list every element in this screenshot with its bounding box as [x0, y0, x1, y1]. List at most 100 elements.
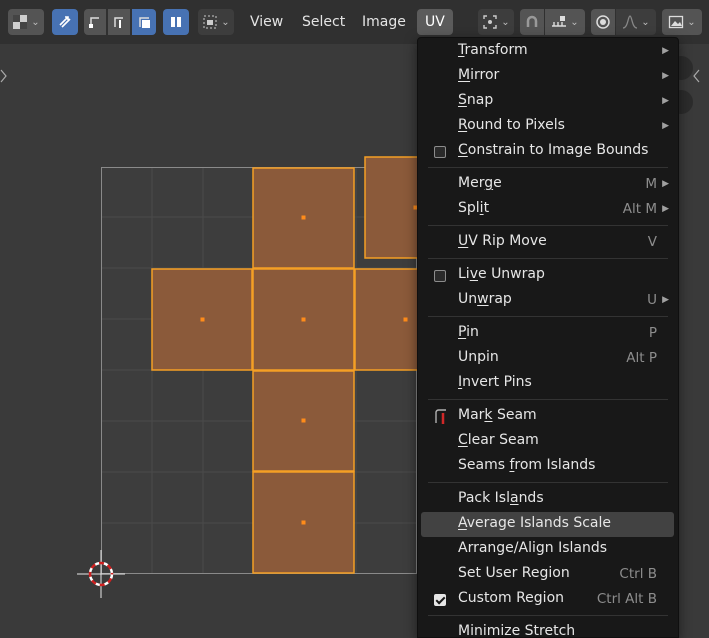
menu-item-mirror[interactable]: Mirror ▶: [421, 64, 674, 89]
shortcut-label: Ctrl Alt B: [596, 591, 657, 607]
menu-item-pack-islands[interactable]: Pack Islands: [421, 487, 674, 512]
uv-menu-dropdown: Transform ▶ Mirror ▶ Snap ▶ Round to Pix…: [417, 37, 679, 638]
image-icon: [669, 15, 684, 29]
menu-item-label: Minimize Stretch: [458, 623, 576, 638]
menu-item-mark-seam[interactable]: Mark Seam: [421, 404, 674, 429]
menu-item-constrain-to-image-bounds[interactable]: Constrain to Image Bounds: [421, 139, 674, 164]
menu-item-label: Merge: [458, 175, 502, 191]
sync-arrows-icon: [59, 16, 71, 28]
snap-toggle-button[interactable]: [520, 9, 544, 35]
image-browse-button[interactable]: ⌄: [662, 9, 702, 35]
menu-item-unwrap[interactable]: Unwrap U ▶: [421, 288, 674, 313]
menu-item-invert-pins[interactable]: Invert Pins: [421, 371, 674, 396]
sidebar-expand-icon[interactable]: [693, 69, 700, 83]
falloff-curve-icon: [623, 15, 638, 29]
submenu-arrow-icon: ▶: [662, 204, 669, 214]
menu-separator: [428, 399, 668, 400]
menu-item-average-islands-scale[interactable]: Average Islands Scale: [421, 512, 674, 537]
menu-item-label: Live Unwrap: [458, 266, 545, 282]
menu-item-uv-rip-move[interactable]: UV Rip Move V: [421, 230, 674, 255]
menu-item-round-to-pixels[interactable]: Round to Pixels ▶: [421, 114, 674, 139]
edge-select-button[interactable]: [108, 9, 130, 35]
menu-uv[interactable]: UV: [417, 9, 453, 35]
menu-separator: [428, 482, 668, 483]
menu-item-label: Pin: [458, 324, 479, 340]
magnet-icon: [526, 15, 538, 27]
menu-item-label: Split: [458, 200, 490, 216]
menu-item-label: Transform: [458, 42, 528, 58]
menu-separator: [428, 225, 668, 226]
chevron-down-icon: ⌄: [570, 16, 579, 28]
menu-separator: [428, 258, 668, 259]
menu-item-label: Mark Seam: [458, 407, 537, 423]
menu-item-set-user-region[interactable]: Set User Region Ctrl B: [421, 562, 674, 587]
mark-seam-icon: [435, 409, 446, 424]
submenu-arrow-icon: ▶: [662, 121, 669, 131]
shortcut-label: Alt M: [622, 201, 657, 217]
menu-item-label: Set User Region: [458, 565, 570, 581]
shortcut-label: V: [647, 234, 657, 250]
menu-item-label: Custom Region: [458, 590, 565, 606]
menu-item-clear-seam[interactable]: Clear Seam: [421, 429, 674, 454]
shortcut-label: M: [645, 176, 657, 192]
editor-type-button[interactable]: ⌄: [8, 9, 44, 35]
falloff-button[interactable]: ⌄: [616, 9, 656, 35]
menu-item-snap[interactable]: Snap ▶: [421, 89, 674, 114]
edge-select-icon: [114, 17, 123, 28]
menu-item-arrange-align-islands[interactable]: Arrange/Align Islands: [421, 537, 674, 562]
menu-item-label: Arrange/Align Islands: [458, 540, 608, 556]
checkbox[interactable]: [434, 146, 446, 158]
menu-item-transform[interactable]: Transform ▶: [421, 39, 674, 64]
menu-item-label: Clear Seam: [458, 432, 539, 448]
checkbox[interactable]: [434, 270, 446, 282]
shortcut-label: P: [648, 325, 657, 341]
snap-target-button[interactable]: ⌄: [545, 9, 585, 35]
submenu-arrow-icon: ▶: [662, 295, 669, 305]
vertex-select-icon: [89, 17, 99, 28]
menu-item-minimize-stretch[interactable]: Minimize Stretch: [421, 620, 674, 638]
submenu-arrow-icon: ▶: [662, 46, 669, 56]
proportional-edit-icon: [596, 15, 610, 29]
menu-select[interactable]: Select: [294, 9, 353, 35]
checkbox[interactable]: [434, 594, 446, 606]
menu-item-label: Mirror: [458, 67, 500, 83]
menu-item-label: Constrain to Image Bounds: [458, 142, 649, 158]
pivot-point-icon: [483, 15, 497, 29]
menu-item-label: Seams from Islands: [458, 457, 596, 473]
menu-item-label: Round to Pixels: [458, 117, 565, 133]
menu-item-label: Invert Pins: [458, 374, 532, 390]
island-select-icon: [171, 17, 181, 27]
menu-item-split[interactable]: Split Alt M ▶: [421, 197, 674, 222]
face-select-button[interactable]: [132, 9, 156, 35]
sticky-selection-button[interactable]: ⌄: [198, 9, 234, 35]
menu-image[interactable]: Image: [354, 9, 414, 35]
menu-item-unpin[interactable]: Unpin Alt P: [421, 346, 674, 371]
toolbar-expand-icon[interactable]: [0, 69, 7, 83]
chevron-down-icon: ⌄: [501, 16, 510, 28]
uv-editor-window: ⌄ ⌄ View Select Image UV ⌄ ⌄ ⌄ ⌄ Transfo…: [0, 0, 709, 638]
menu-item-custom-region[interactable]: Custom Region Ctrl Alt B: [421, 587, 674, 612]
uv-face[interactable]: [354, 268, 426, 371]
menu-separator: [428, 615, 668, 616]
menu-view[interactable]: View: [242, 9, 291, 35]
menu-item-live-unwrap[interactable]: Live Unwrap: [421, 263, 674, 288]
menu-item-label: UV Rip Move: [458, 233, 547, 249]
proportional-edit-button[interactable]: [591, 9, 615, 35]
menu-item-label: Unwrap: [458, 291, 512, 307]
menu-item-label: Average Islands Scale: [458, 515, 612, 531]
menu-item-seams-from-islands[interactable]: Seams from Islands: [421, 454, 674, 479]
pivot-point-button[interactable]: ⌄: [478, 9, 514, 35]
menu-item-merge[interactable]: Merge M ▶: [421, 172, 674, 197]
menu-item-label: Unpin: [458, 349, 499, 365]
shortcut-label: Ctrl B: [619, 566, 657, 582]
menu-item-pin[interactable]: Pin P: [421, 321, 674, 346]
vertex-select-button[interactable]: [84, 9, 106, 35]
island-select-button[interactable]: [163, 9, 189, 35]
menu-separator: [428, 316, 668, 317]
face-select-icon: [139, 17, 150, 28]
submenu-arrow-icon: ▶: [662, 96, 669, 106]
snap-increment-icon: [552, 16, 567, 27]
sync-selection-button[interactable]: [52, 9, 78, 35]
checker-grid-icon: [13, 15, 28, 29]
menu-separator: [428, 167, 668, 168]
